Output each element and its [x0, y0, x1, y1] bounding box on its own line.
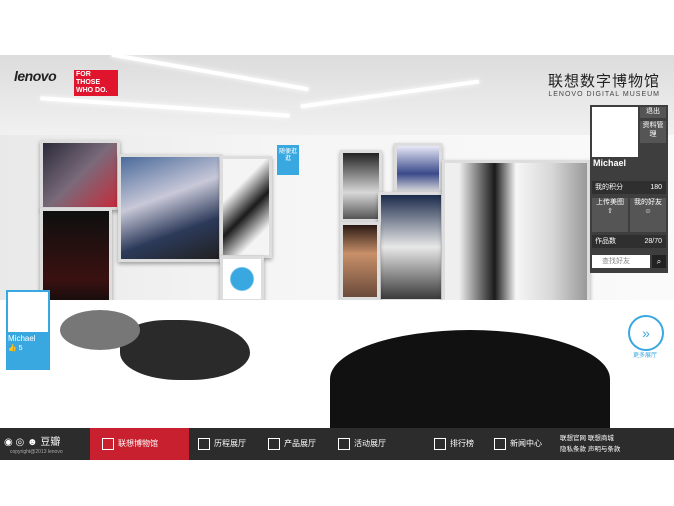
link-store[interactable]: 联想商城 — [588, 435, 614, 442]
top-band — [0, 0, 674, 55]
exhibit-photo[interactable] — [442, 160, 590, 308]
exhibit-photo[interactable] — [220, 156, 272, 258]
user-card-name: Michael — [8, 334, 36, 343]
user-panel: 退出 资料管理 Michael 我的积分 180 上传美图 ⇧ 我的好友 ☺ 作… — [590, 105, 668, 273]
exhibit-photo[interactable] — [220, 256, 264, 302]
nav-events-label: 活动展厅 — [354, 439, 386, 448]
wall-sign[interactable]: 随便逛逛 — [277, 145, 299, 175]
nav-history[interactable]: 历程展厅 — [198, 428, 246, 460]
gallery-floor — [0, 300, 674, 428]
products-icon — [268, 437, 280, 450]
nav-museum[interactable]: 联想博物馆 — [90, 428, 189, 460]
works-label: 作品数 — [595, 238, 616, 245]
user-panel-avatar[interactable] — [592, 107, 638, 157]
exhibit-photo[interactable] — [40, 208, 112, 312]
logo-word: lenovo — [14, 68, 57, 84]
museum-stage: lenovo FOR THOSE WHO DO. 联想数字博物馆 LENOVO … — [0, 0, 674, 506]
friends-label: 我的好友 — [634, 199, 662, 206]
floor-graphic — [60, 310, 140, 350]
link-terms[interactable]: 声明与条款 — [588, 446, 621, 453]
nav-ranking[interactable]: 排行榜 — [434, 428, 474, 460]
museum-title-cn: 联想数字博物馆 — [547, 73, 660, 90]
points-label: 我的积分 — [595, 184, 623, 191]
museum-title-en: LENOVO DIGITAL MUSEUM — [548, 91, 660, 98]
nav-products-label: 产品展厅 — [284, 439, 316, 448]
nav-events[interactable]: 活动展厅 — [338, 428, 386, 460]
friend-search-input[interactable]: 查找好友 — [592, 255, 650, 268]
search-icon[interactable]: ⌕ — [652, 255, 666, 268]
exhibit-photo[interactable] — [40, 140, 120, 210]
profile-button[interactable]: 资料管理 — [640, 121, 666, 143]
footer-links: 联想官网 联想商城 隐私条款 声明与条款 — [560, 433, 620, 455]
upload-icon: ⇧ — [607, 208, 613, 215]
news-icon — [494, 437, 506, 450]
upload-label: 上传美图 — [596, 199, 624, 206]
friends-button[interactable]: 我的好友 ☺ — [630, 198, 666, 232]
bottom-navbar: ◉ ◎ ☻ 豆瓣 copyright@2013 lenovo 联想博物馆 历程展… — [0, 428, 674, 460]
link-privacy[interactable]: 隐私条款 — [560, 446, 586, 453]
logo-tagline: FOR THOSE WHO DO. — [74, 70, 118, 96]
social-links: ◉ ◎ ☻ 豆瓣 — [4, 433, 60, 448]
exhibit-photo[interactable] — [394, 143, 442, 195]
nav-products[interactable]: 产品展厅 — [268, 428, 316, 460]
points-value: 180 — [650, 184, 662, 191]
nav-history-label: 历程展厅 — [214, 439, 246, 448]
nav-ranking-label: 排行榜 — [450, 439, 474, 448]
link-official[interactable]: 联想官网 — [560, 435, 586, 442]
user-card-likes-count: 5 — [18, 345, 23, 352]
lenovo-logo[interactable]: lenovo FOR THOSE WHO DO. — [14, 68, 118, 96]
friends-icon: ☺ — [644, 208, 652, 215]
douban-link[interactable]: 豆瓣 — [40, 437, 60, 448]
user-panel-name: Michael — [593, 158, 627, 168]
wechat-icon[interactable]: ◎ — [16, 437, 25, 448]
exhibit-photo[interactable] — [378, 192, 444, 302]
upload-button[interactable]: 上传美图 ⇧ — [592, 198, 628, 232]
nav-news[interactable]: 新闻中心 — [494, 428, 542, 460]
points-row: 我的积分 180 — [592, 181, 666, 194]
floor-graphic — [330, 330, 610, 428]
works-value: 28/70 — [644, 238, 662, 245]
works-row: 作品数 28/70 — [592, 235, 666, 248]
logout-button[interactable]: 退出 — [640, 107, 666, 118]
exhibit-photo[interactable] — [340, 222, 380, 300]
user-card-left[interactable]: Michael 👍 5 — [6, 290, 50, 370]
exhibit-photo[interactable] — [118, 154, 222, 262]
user-card-likes: 👍 5 — [6, 343, 50, 353]
exhibit-photo[interactable] — [340, 150, 382, 222]
museum-icon — [102, 437, 114, 450]
museum-title: 联想数字博物馆 LENOVO DIGITAL MUSEUM — [548, 70, 660, 98]
thumb-up-icon: 👍 — [8, 345, 17, 352]
next-arrow-icon[interactable]: » — [628, 315, 664, 351]
copyright-text: copyright@2013 lenovo — [10, 449, 63, 455]
bottom-band — [0, 460, 674, 506]
panda-avatar — [8, 292, 48, 332]
nav-news-label: 新闻中心 — [510, 439, 542, 448]
next-label[interactable]: 更多展厅 — [628, 350, 662, 359]
weibo-icon[interactable]: ◉ — [4, 437, 13, 448]
ranking-icon — [434, 437, 446, 450]
events-icon — [338, 437, 350, 450]
nav-museum-label: 联想博物馆 — [118, 439, 158, 448]
history-icon — [198, 437, 210, 450]
renren-icon[interactable]: ☻ — [27, 437, 38, 448]
